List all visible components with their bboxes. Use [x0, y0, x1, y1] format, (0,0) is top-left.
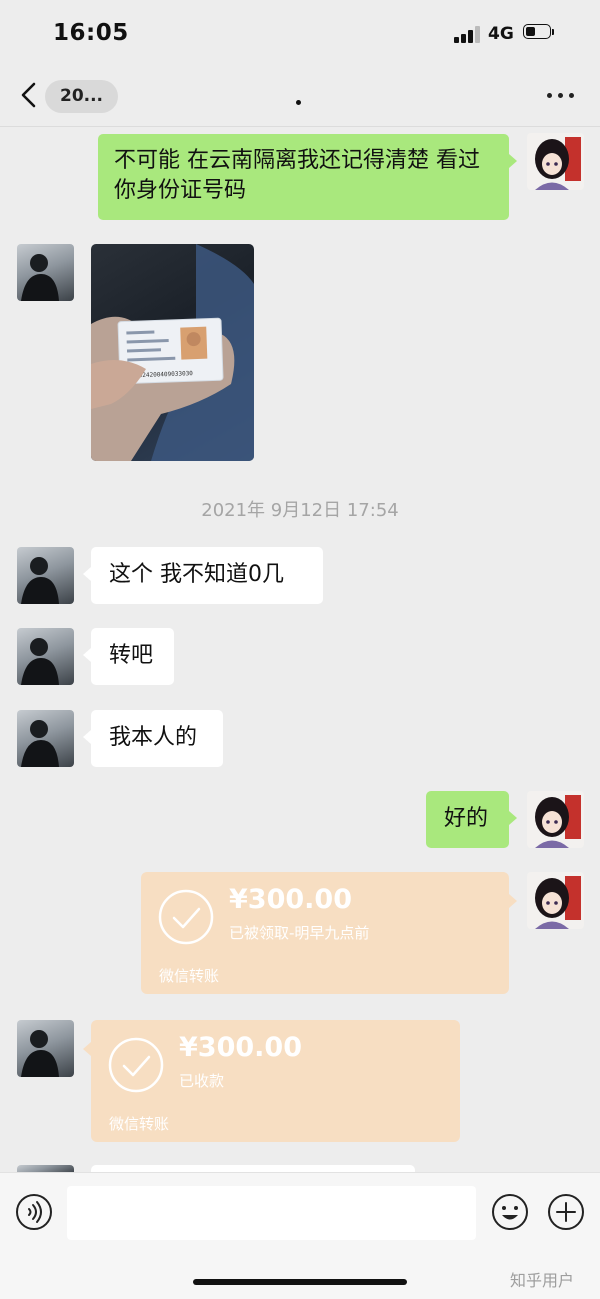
check-circle-icon — [158, 889, 214, 945]
battery-icon — [523, 24, 555, 41]
self-avatar[interactable] — [527, 133, 584, 190]
contact-avatar[interactable] — [17, 628, 74, 685]
chat-title[interactable]: 20... — [45, 80, 118, 113]
check-circle-icon — [108, 1037, 164, 1093]
home-indicator[interactable] — [193, 1279, 407, 1285]
transfer-amount: ¥300.00 — [179, 1032, 302, 1063]
plus-icon[interactable] — [547, 1193, 585, 1231]
message-bubble-self[interactable]: 不可能 在云南隔离我还记得清楚 看过你身份证号码 — [98, 134, 517, 220]
contact-avatar[interactable] — [17, 547, 74, 604]
transfer-status: 已被领取-明早九点前 — [229, 924, 370, 942]
transfer-label: 微信转账 — [109, 1115, 170, 1133]
watermark: 知乎用户 — [510, 1271, 575, 1290]
message-bubble-self[interactable]: 好的 — [426, 791, 517, 848]
contact-avatar[interactable] — [17, 244, 74, 301]
status-bar: 16:05 4G — [0, 0, 600, 66]
emoji-icon[interactable] — [491, 1193, 529, 1231]
chevron-left-icon[interactable] — [18, 80, 40, 110]
message-bubble-contact[interactable]: 这个 我不知道0几 — [83, 547, 323, 604]
message-input[interactable] — [67, 1186, 476, 1240]
self-avatar[interactable] — [527, 791, 584, 848]
transfer-label: 微信转账 — [159, 967, 220, 985]
more-dots-icon[interactable] — [545, 92, 575, 100]
contact-avatar[interactable] — [17, 710, 74, 767]
transfer-amount: ¥300.00 — [229, 884, 352, 915]
status-time: 16:05 — [53, 20, 129, 46]
chat-timestamp: 2021年 9月12日 17:54 — [201, 500, 399, 521]
chat-header: 20... — [0, 66, 600, 127]
message-bubble-contact[interactable]: 我本人的 — [83, 710, 223, 767]
contact-avatar[interactable] — [17, 1020, 74, 1077]
input-bar: 知乎用户 — [0, 1172, 600, 1299]
self-avatar[interactable] — [527, 872, 584, 929]
transfer-status: 已收款 — [179, 1072, 225, 1090]
transfer-card-contact[interactable]: ¥300.00 已收款 微信转账 — [83, 1020, 460, 1142]
network-label: 4G — [488, 24, 514, 44]
status-dot — [296, 100, 301, 105]
voice-icon[interactable] — [15, 1193, 53, 1231]
signal-icon — [454, 26, 482, 43]
message-bubble-contact[interactable]: 转吧 — [83, 628, 174, 685]
transfer-card-self[interactable]: ¥300.00 已被领取-明早九点前 微信转账 — [141, 872, 517, 994]
image-message[interactable]: 350524200409033030 — [91, 244, 254, 461]
